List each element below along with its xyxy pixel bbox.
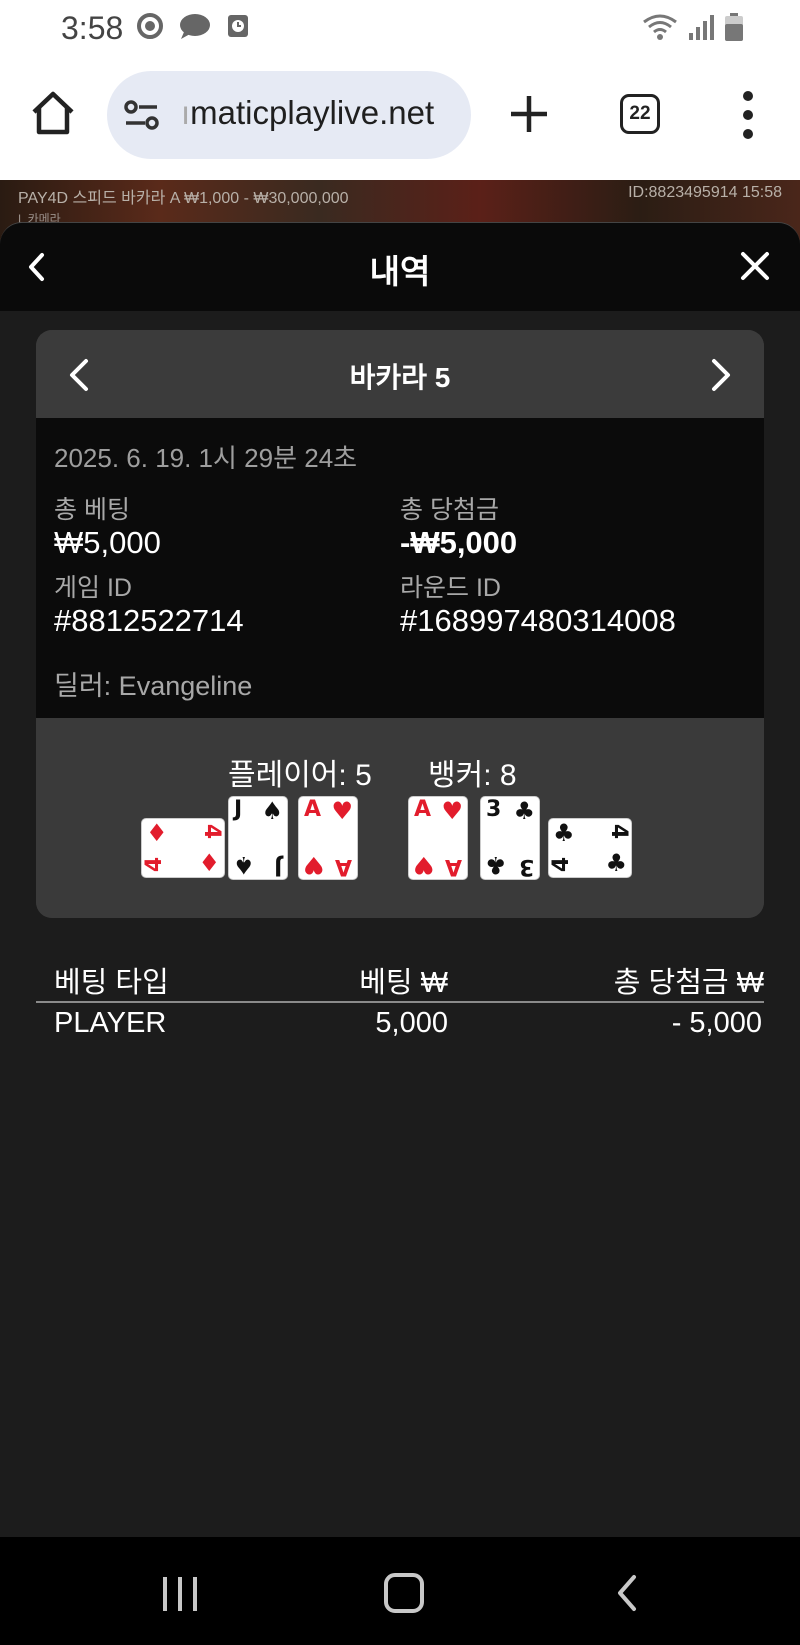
- more-options-icon[interactable]: [738, 88, 758, 142]
- col-bet-type: 베팅 타입: [54, 967, 169, 999]
- row-bet-amount: 5,000: [375, 1007, 448, 1039]
- total-win-value: -₩5,000: [400, 525, 518, 560]
- card-suit: ♥: [441, 797, 463, 825]
- col-bet-amount: 베팅 ₩: [359, 967, 448, 999]
- banker-card-3: ♣ 4 4 ♣: [548, 818, 632, 878]
- dealer-name: 딜러: Evangeline: [54, 671, 253, 701]
- card-rank: A: [444, 854, 462, 879]
- close-icon[interactable]: [740, 251, 770, 281]
- table-divider: [36, 1001, 764, 1003]
- banker-card-1: A ♥ ♥ A: [408, 796, 468, 880]
- game-id-label: 게임 ID: [54, 574, 132, 602]
- round-card-header: 바카라 5: [36, 330, 764, 418]
- wifi-icon: [643, 14, 677, 40]
- history-header: 내역: [0, 223, 800, 311]
- card-suit: ♣: [485, 851, 507, 879]
- background-table-name: PAY4D 스피드 바카라 A ₩1,000 - ₩30,000,000: [18, 190, 349, 207]
- round-datetime: 2025. 6. 19. 1시 29분 24초: [54, 443, 358, 473]
- status-bar: 3:58: [0, 0, 800, 58]
- row-total-win: - 5,000: [671, 1007, 762, 1039]
- sync-icon: [137, 13, 163, 39]
- card-suit: ♥: [413, 851, 435, 879]
- player-hand-label: 플레이어: 5: [228, 759, 372, 792]
- signal-icon: [689, 15, 714, 40]
- card-rank: A: [304, 797, 322, 822]
- address-bar[interactable]: ımaticplaylive.net: [107, 71, 471, 159]
- card-suit: ♦: [146, 819, 168, 847]
- player-card-1: ♦ 4 4 ♦: [141, 818, 225, 878]
- banker-card-2: 3 ♣ ♣ 3: [480, 796, 540, 880]
- total-win-label: 총 당첨금: [400, 496, 499, 524]
- card-rank: 4: [142, 856, 168, 873]
- status-time: 3:58: [61, 10, 124, 46]
- page-title: 내역: [369, 253, 431, 290]
- card-rank: 3: [518, 854, 534, 879]
- card-rank: 4: [549, 856, 575, 873]
- background-id-time: ID:8823495914 15:58: [628, 184, 782, 201]
- new-tab-icon[interactable]: [505, 90, 553, 138]
- card-rank: J: [273, 854, 282, 879]
- game-title: 바카라 5: [349, 362, 451, 393]
- card-rank: A: [334, 854, 352, 879]
- card-rank: A: [414, 797, 432, 822]
- recents-icon[interactable]: [160, 1575, 200, 1613]
- battery-icon: [725, 13, 743, 41]
- hands-area: 플레이어: 5 뱅커: 8 ♦ 4 4 ♦ J ♠ ♠ J A ♥ ♥ A A ♥ ♥ A 3 ♣ ♣ 3 ♣ 4 4 ♣: [36, 718, 764, 918]
- card-rank: J: [234, 797, 243, 822]
- home-icon[interactable]: [28, 88, 78, 138]
- round-info: 2025. 6. 19. 1시 29분 24초 총 베팅 ₩5,000 총 당첨…: [36, 418, 764, 718]
- back-nav-icon[interactable]: [612, 1573, 642, 1613]
- card-suit: ♦: [198, 849, 220, 877]
- site-settings-icon[interactable]: [123, 98, 161, 132]
- browser-toolbar: ımaticplaylive.net 22: [0, 58, 800, 180]
- card-suit: ♣: [605, 849, 627, 877]
- row-bet-type: PLAYER: [54, 1007, 167, 1039]
- card-suit: ♣: [553, 819, 575, 847]
- game-id-value: #8812522714: [54, 603, 244, 638]
- player-card-2: J ♠ ♠ J: [228, 796, 288, 880]
- system-nav-bar: [0, 1537, 800, 1645]
- banker-hand-label: 뱅커: 8: [428, 759, 517, 792]
- total-bet-value: ₩5,000: [54, 525, 161, 560]
- card-suit: ♥: [303, 851, 325, 879]
- url-text: ımaticplaylive.net: [181, 94, 435, 131]
- col-total-win: 총 당첨금 ₩: [613, 967, 764, 999]
- card-suit: ♠: [261, 797, 283, 825]
- player-card-3: A ♥ ♥ A: [298, 796, 358, 880]
- card-suit: ♠: [233, 851, 255, 879]
- round-id-label: 라운드 ID: [400, 574, 501, 602]
- round-card: 바카라 5 2025. 6. 19. 1시 29분 24초 총 베팅 ₩5,00…: [36, 330, 764, 918]
- home-nav-icon[interactable]: [384, 1573, 424, 1613]
- card-rank: 3: [486, 797, 502, 822]
- messenger-icon: [180, 14, 210, 39]
- tab-switcher-button[interactable]: 22: [620, 94, 660, 134]
- history-panel: 내역 바카라 5 2025. 6. 19. 1시 29분 24초 총 베팅 ₩5…: [0, 222, 800, 1537]
- round-id-value: #168997480314008: [400, 603, 676, 638]
- next-round-icon[interactable]: [708, 357, 734, 393]
- card-suit: ♣: [513, 797, 535, 825]
- card-suit: ♥: [331, 797, 353, 825]
- card-rank: 4: [605, 823, 631, 840]
- clock-icon: [228, 15, 248, 37]
- card-rank: 4: [198, 823, 224, 840]
- total-bet-label: 총 베팅: [54, 496, 130, 524]
